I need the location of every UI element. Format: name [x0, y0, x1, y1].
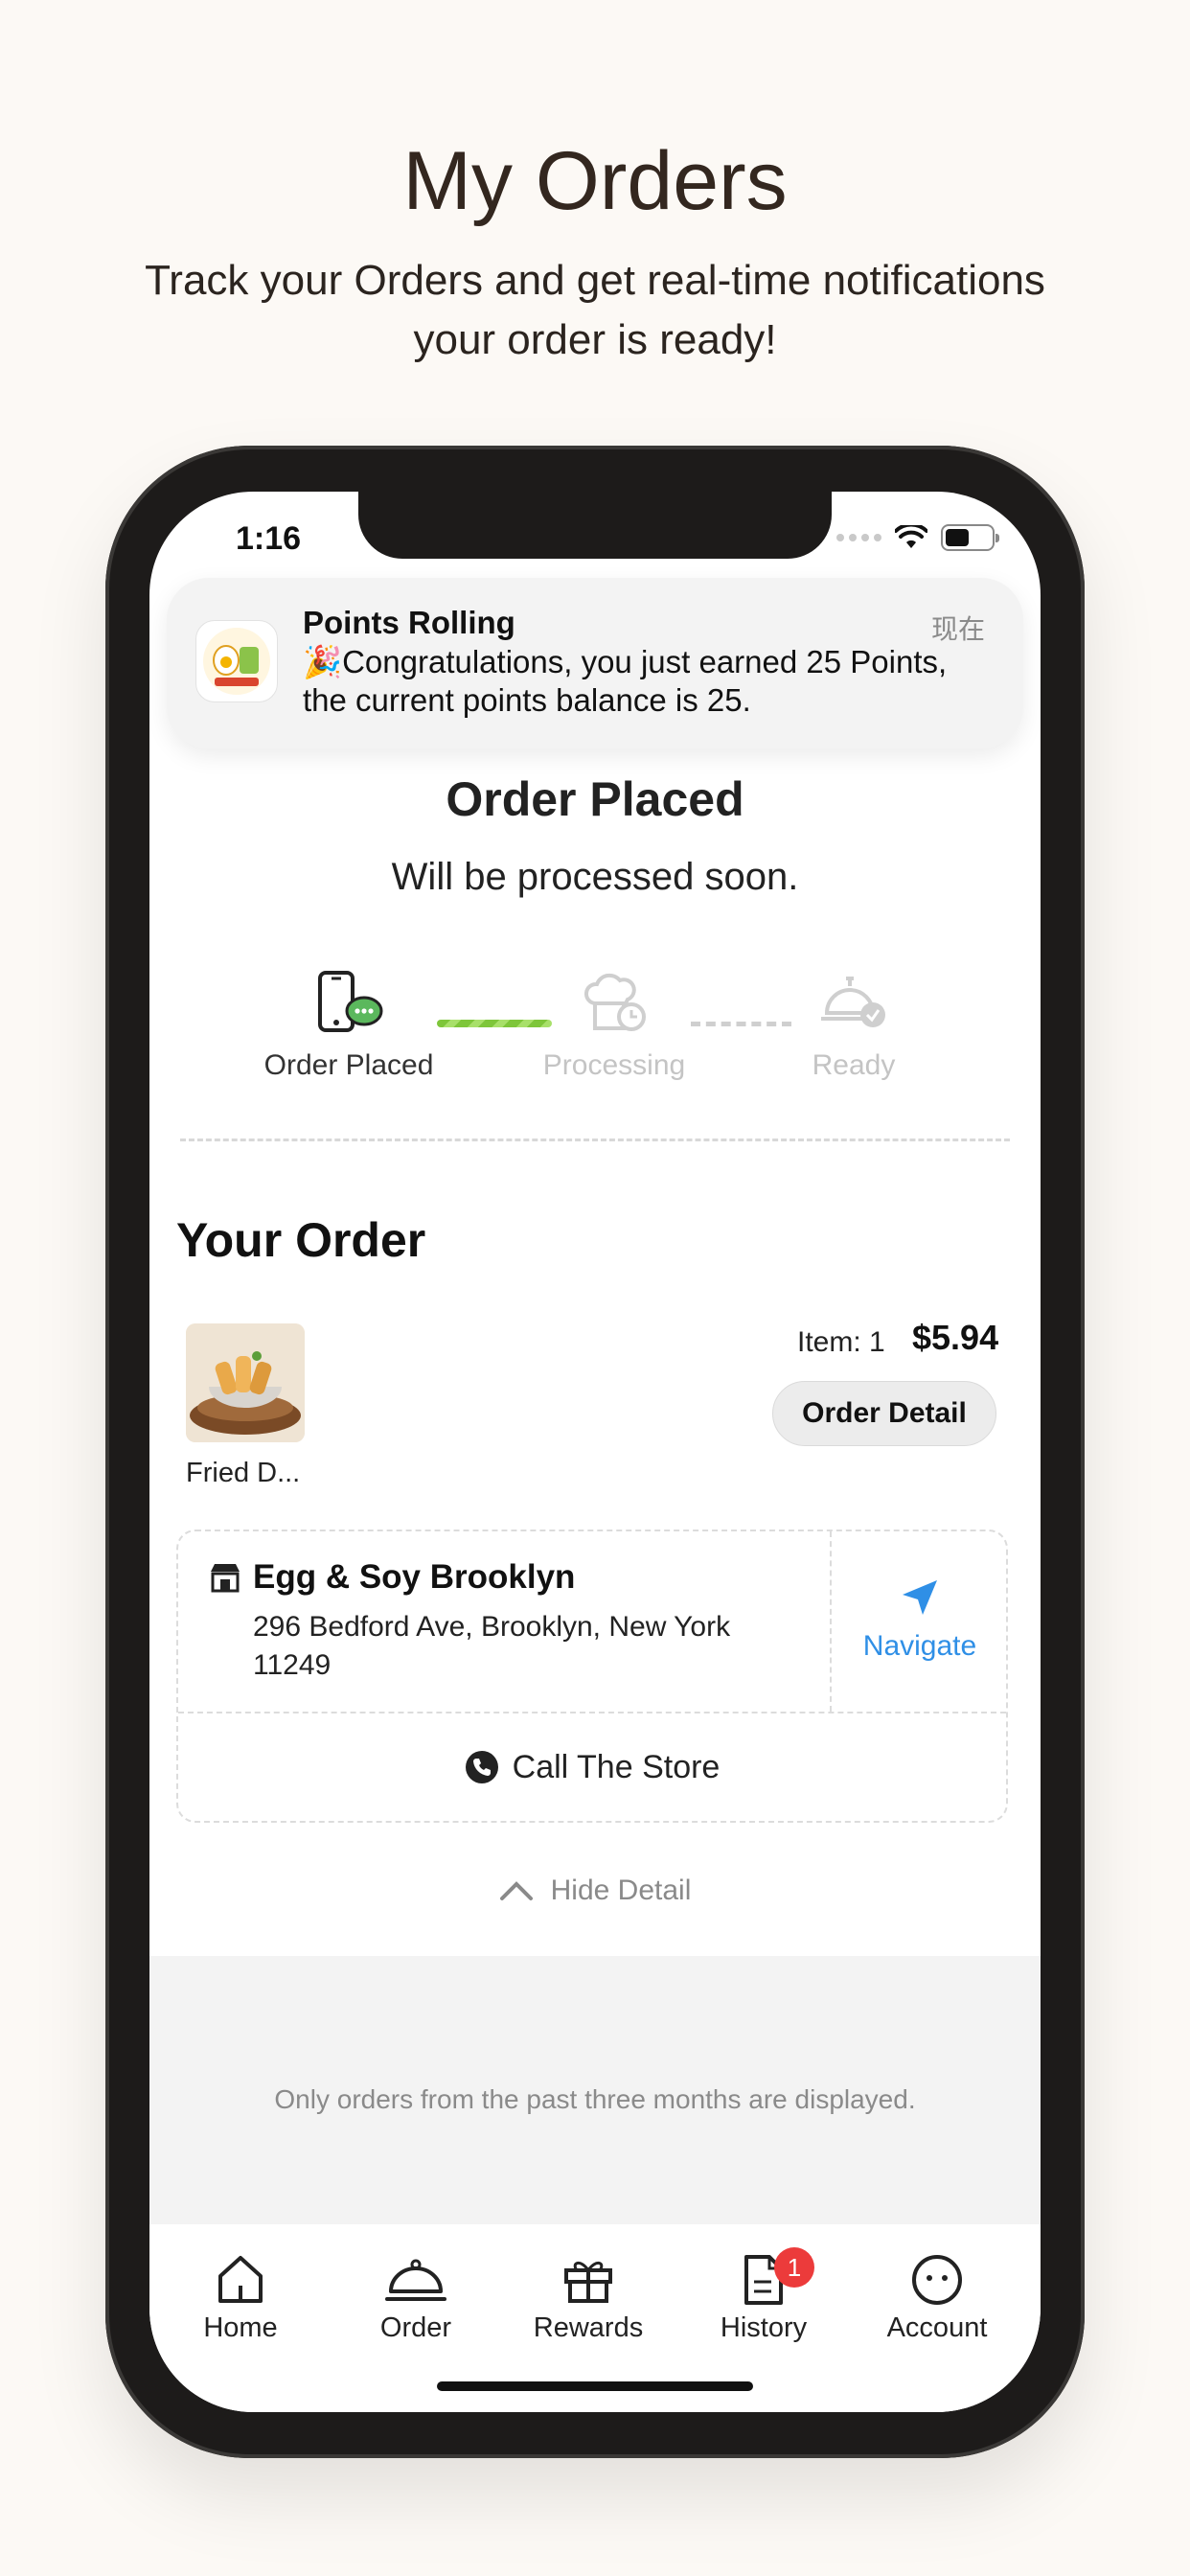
hide-detail-label: Hide Detail [550, 1874, 692, 1906]
navigation-arrow-icon [903, 1580, 937, 1615]
store-address: 296 Bedford Ave, Brooklyn, New York 1124… [253, 1611, 731, 1681]
navigate-label: Navigate [862, 1630, 977, 1662]
status-icons [836, 524, 999, 551]
tab-label: Rewards [533, 2312, 644, 2343]
step-ready: Ready [782, 971, 926, 1082]
item-image[interactable] [186, 1323, 305, 1442]
tab-rewards[interactable]: Rewards [516, 2253, 660, 2344]
home-icon [218, 2256, 263, 2303]
phone-frame: 1:16 Points Rolling 现在 � [105, 446, 1085, 2458]
notification-title: Points Rolling [303, 605, 515, 640]
storefront-icon [211, 1564, 240, 1593]
step-processing: Processing [523, 971, 705, 1082]
section-divider [180, 1138, 1010, 1141]
notification-body: 🎉Congratulations, you just earned 25 Poi… [303, 644, 948, 718]
push-notification[interactable]: Points Rolling 现在 🎉Congratulations, you … [167, 578, 1023, 748]
call-store-label: Call The Store [512, 1748, 721, 1785]
phone-icon [465, 1751, 498, 1783]
gift-icon [564, 2262, 612, 2303]
call-store-button[interactable]: Call The Store [178, 1714, 1006, 1821]
chevron-up-icon [499, 1881, 533, 1900]
step-label: Processing [542, 1049, 686, 1081]
tab-history[interactable]: 1 History [692, 2247, 835, 2344]
item-quantity: Item: 1 [797, 1326, 885, 1358]
tab-account[interactable]: Account [865, 2253, 1009, 2344]
footer-note: Only orders from the past three months a… [274, 2084, 916, 2114]
tab-label: Home [203, 2312, 278, 2343]
promo-headline: My Orders [402, 135, 788, 227]
order-status-subtitle: Will be processed soon. [391, 856, 799, 898]
notification-badge: 1 [774, 2247, 814, 2288]
progress-bar-pending [691, 1022, 791, 1026]
step-order-placed: Order Placed [253, 971, 445, 1082]
wifi-icon [895, 525, 927, 548]
navigate-button[interactable]: Navigate [832, 1531, 1008, 1710]
battery-icon [941, 524, 999, 551]
order-detail-button[interactable]: Order Detail [772, 1381, 996, 1446]
phone-notch [358, 492, 832, 559]
tab-label: Account [886, 2312, 988, 2343]
store-name: Egg & Soy Brooklyn [253, 1558, 576, 1596]
app-screen: 1:16 Points Rolling 现在 � [149, 492, 1041, 2412]
status-time: 1:16 [236, 520, 302, 557]
app-logo [195, 620, 278, 702]
face-icon [912, 2255, 962, 2305]
cloche-icon [385, 2259, 446, 2301]
order-status-title: Order Placed [446, 772, 744, 826]
order-price: $5.94 [912, 1318, 999, 1357]
tab-home[interactable]: Home [169, 2253, 312, 2344]
store-card: Egg & Soy Brooklyn 296 Bedford Ave, Broo… [176, 1530, 1008, 1823]
signal-icon [836, 534, 881, 541]
your-order-heading: Your Order [176, 1213, 426, 1267]
phone-chat-icon [318, 971, 383, 1032]
promo-subline: Track your Orders and get real-time noti… [145, 257, 1045, 363]
notification-time: 现在 [930, 614, 985, 644]
tab-label: History [720, 2312, 808, 2343]
chef-hat-clock-icon [584, 973, 646, 1031]
item-name: Fried D... [186, 1458, 301, 1488]
tab-order[interactable]: Order [344, 2253, 488, 2344]
home-indicator[interactable] [437, 2381, 753, 2391]
tab-label: Order [379, 2312, 452, 2343]
step-label: Ready [812, 1049, 896, 1081]
step-label: Order Placed [263, 1049, 434, 1081]
service-bell-check-icon [821, 977, 885, 1027]
hide-detail-button[interactable]: Hide Detail [466, 1862, 724, 1920]
